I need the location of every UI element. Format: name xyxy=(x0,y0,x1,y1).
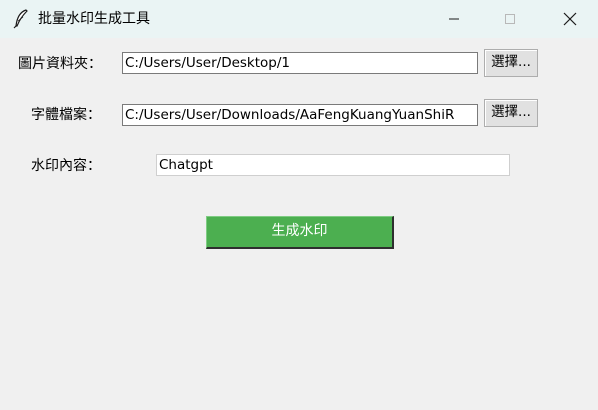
maximize-icon xyxy=(505,14,515,24)
image-folder-input[interactable]: C:/Users/User/Desktop/1 xyxy=(122,52,478,74)
minimize-icon xyxy=(449,18,459,20)
watermark-text-input[interactable]: Chatgpt xyxy=(156,154,510,176)
generate-watermark-button[interactable]: 生成水印 xyxy=(206,216,394,249)
font-file-choose-button[interactable]: 選擇... xyxy=(484,99,538,127)
feather-icon xyxy=(13,9,28,29)
font-file-label: 字體檔案： xyxy=(31,107,101,123)
window-title: 批量水印生成工具 xyxy=(38,11,150,27)
minimize-button[interactable] xyxy=(431,0,477,38)
close-icon xyxy=(563,12,577,26)
main-content: 圖片資料夾： C:/Users/User/Desktop/1 選擇... 字體檔… xyxy=(0,38,598,410)
close-button[interactable] xyxy=(547,0,593,38)
maximize-button[interactable] xyxy=(487,0,533,38)
image-folder-label: 圖片資料夾： xyxy=(18,56,102,72)
font-file-input[interactable]: C:/Users/User/Downloads/AaFengKuangYuanS… xyxy=(122,104,478,126)
watermark-text-label: 水印內容： xyxy=(31,158,101,174)
title-bar[interactable]: 批量水印生成工具 xyxy=(0,0,598,38)
image-folder-choose-button[interactable]: 選擇... xyxy=(484,49,538,77)
